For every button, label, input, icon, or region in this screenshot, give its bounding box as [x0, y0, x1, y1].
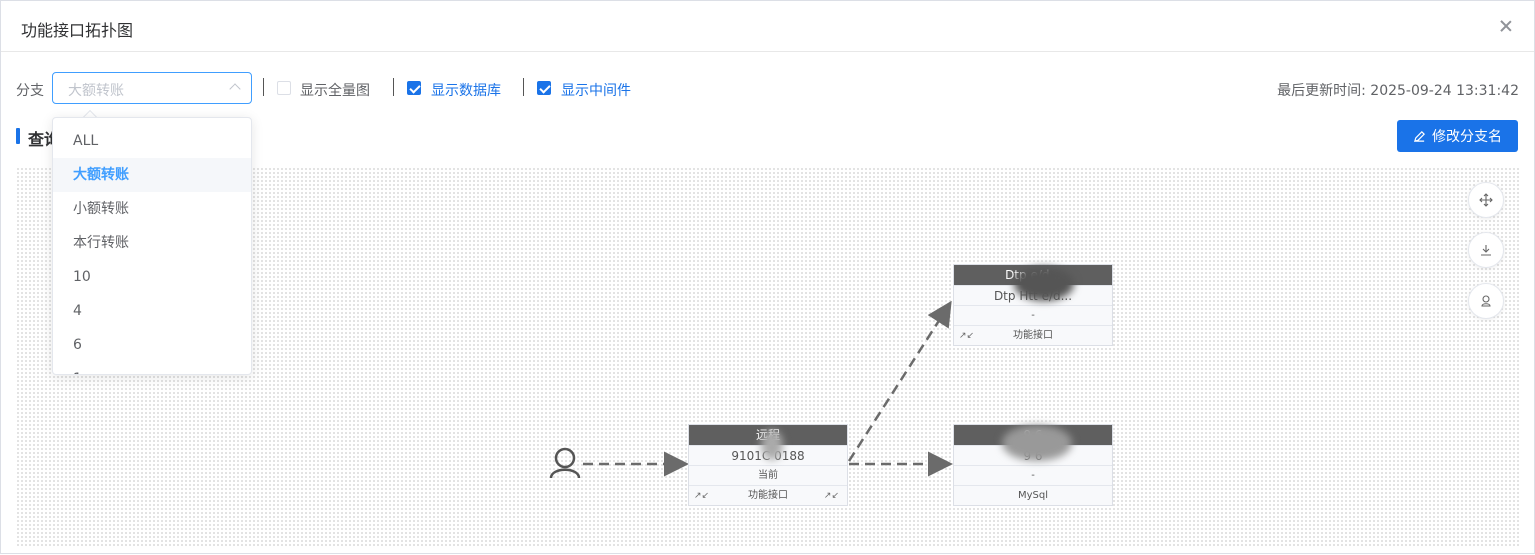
edit-branch-name-button[interactable]: 修改分支名	[1397, 120, 1518, 152]
node-current-type-row: ↗↙ 功能接口 ↗↙	[689, 485, 847, 505]
download-button[interactable]	[1468, 232, 1504, 268]
move-icon	[1479, 193, 1493, 207]
node-dtp[interactable]: Dtp e/d... Dtp Htt e/d... - ↗↙ 功能接口	[953, 264, 1113, 346]
show-full-label[interactable]: 显示全量图	[300, 80, 370, 100]
divider	[263, 78, 264, 96]
branch-select[interactable]: 大额转账	[52, 72, 252, 104]
branch-option[interactable]: 1	[53, 362, 251, 374]
branch-option-selected[interactable]: 大额转账	[53, 158, 251, 192]
node-current-type: 功能接口	[748, 490, 788, 501]
node-dtp-type: 功能接口	[1013, 330, 1053, 341]
chevron-up-icon	[229, 83, 241, 95]
redacted-blur	[761, 430, 783, 460]
move-button[interactable]	[1468, 182, 1504, 218]
branch-option[interactable]: 小额转账	[53, 192, 251, 226]
redacted-blur	[1014, 267, 1074, 301]
locate-icon	[1481, 295, 1491, 307]
node-dtp-dash: -	[954, 305, 1112, 325]
expand-icon[interactable]: ↗↙	[694, 486, 709, 506]
branch-option[interactable]: 本行转账	[53, 226, 251, 260]
branch-option[interactable]: 10	[53, 260, 251, 294]
edit-branch-name-label: 修改分支名	[1432, 129, 1502, 145]
expand-icon[interactable]: ↗↙	[824, 486, 839, 506]
node-db[interactable]: 9 6 9 6 - MySql	[953, 424, 1113, 506]
branch-option[interactable]: ALL	[53, 124, 251, 158]
node-current-role: 当前	[689, 465, 847, 485]
divider	[523, 78, 524, 96]
expand-icon[interactable]: ↗↙	[959, 326, 974, 346]
branch-dropdown: ALL 大额转账 小额转账 本行转账 10 4 6 1	[52, 117, 252, 375]
show-full-checkbox[interactable]	[277, 81, 291, 95]
node-db-type: MySql	[954, 485, 1112, 505]
node-dtp-type-row: ↗↙ 功能接口	[954, 325, 1112, 345]
branch-label: 分支	[16, 83, 44, 99]
redacted-blur	[1002, 425, 1072, 461]
section-accent-bar	[16, 128, 20, 144]
branch-option[interactable]: 6	[53, 328, 251, 362]
close-icon[interactable]	[1498, 18, 1514, 34]
last-update-time: 最后更新时间: 2025-09-24 13:31:42	[1277, 83, 1519, 99]
node-db-dash: -	[954, 465, 1112, 485]
show-middleware-checkbox[interactable]	[537, 81, 551, 95]
show-db-label[interactable]: 显示数据库	[431, 80, 501, 100]
topology-dialog: 功能接口拓扑图 分支 大额转账 显示全量图 显示数据库 显示中间件 最后更新时间…	[0, 0, 1535, 554]
branch-select-value: 大额转账	[68, 83, 124, 99]
filter-toolbar: 分支 大额转账 显示全量图 显示数据库 显示中间件 最后更新时间: 2025-0…	[1, 52, 1534, 122]
dialog-title: 功能接口拓扑图	[21, 21, 134, 40]
edit-icon	[1413, 130, 1425, 142]
dialog-header: 功能接口拓扑图	[1, 1, 1534, 52]
show-db-checkbox[interactable]	[407, 81, 421, 95]
branch-option[interactable]: 4	[53, 294, 251, 328]
divider	[393, 78, 394, 96]
node-current[interactable]: 远程 9101C 0188 当前 ↗↙ 功能接口 ↗↙	[688, 424, 848, 506]
show-middleware-label[interactable]: 显示中间件	[561, 80, 631, 100]
locate-button[interactable]	[1468, 283, 1504, 319]
download-icon	[1481, 245, 1491, 256]
